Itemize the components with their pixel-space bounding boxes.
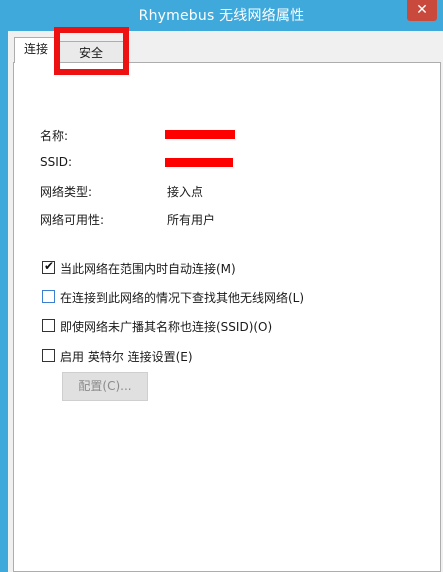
auto-connect-label[interactable]: 当此网络在范围内时自动连接(M) (60, 260, 236, 277)
name-redaction (165, 130, 235, 139)
find-other-networks-label[interactable]: 在连接到此网络的情况下查找其他无线网络(L) (60, 289, 304, 306)
auto-connect-checkbox[interactable]: ✔ (42, 259, 55, 274)
properties-window: Rhymebus 无线网络属性 ✕ 连接 安全 名称: SSID: 网络类型: … (0, 0, 443, 572)
dialog-client: 连接 安全 名称: SSID: 网络类型: 接入点 网络可用性: 所有用户 ✔ … (8, 27, 443, 572)
connection-panel: 名称: SSID: 网络类型: 接入点 网络可用性: 所有用户 ✔ 当此网络在范… (13, 62, 441, 572)
availability-label: 网络可用性: (40, 213, 105, 227)
window-title: Rhymebus 无线网络属性 (138, 8, 305, 24)
highlight-annotation (54, 27, 129, 75)
ssid-redaction (165, 158, 233, 167)
hidden-ssid-checkbox[interactable] (42, 319, 55, 332)
intel-settings-checkbox[interactable] (42, 349, 55, 362)
tab-connection[interactable]: 连接 (14, 37, 58, 63)
ssid-label: SSID: (40, 155, 73, 169)
hidden-ssid-label[interactable]: 即使网络未广播其名称也连接(SSID)(O) (60, 318, 272, 335)
configure-button[interactable]: 配置(C)... (62, 372, 148, 401)
checkmark-icon: ✔ (44, 259, 55, 273)
intel-settings-label[interactable]: 启用 英特尔 连接设置(E) (60, 348, 193, 365)
availability-value: 所有用户 (167, 213, 216, 227)
name-label: 名称: (40, 129, 69, 143)
find-other-networks-checkbox[interactable] (42, 290, 55, 303)
network-type-label: 网络类型: (40, 185, 93, 199)
close-button[interactable]: ✕ (407, 0, 437, 21)
network-type-value: 接入点 (167, 185, 204, 199)
